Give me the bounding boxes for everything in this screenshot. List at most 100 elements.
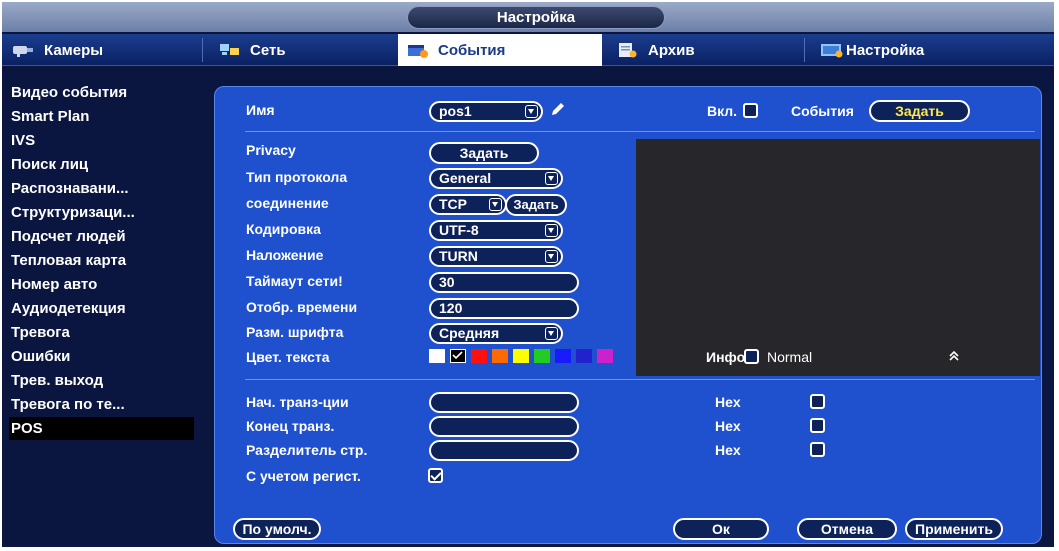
line-separator-label: Разделитель стр. [246, 442, 368, 458]
tab-cameras-label: Камеры [44, 41, 104, 59]
privacy-label: Privacy [246, 142, 296, 158]
sidebar-item-recognition[interactable]: Распознавани... [9, 177, 194, 200]
transaction-end-input[interactable] [429, 416, 579, 437]
color-swatch-red[interactable] [471, 349, 487, 363]
archive-icon [616, 42, 640, 58]
overlay-select[interactable]: TURN [429, 246, 563, 267]
main-tabbar: Камеры Сеть События Архив Настройка [2, 34, 1054, 66]
normal-label: Normal [767, 349, 813, 365]
chevron-down-icon [545, 250, 558, 263]
line-separator-hex-checkbox[interactable] [810, 442, 825, 457]
sidebar-item-license-plate[interactable]: Номер авто [9, 273, 194, 296]
chevron-down-icon [545, 224, 558, 237]
sidebar-item-pos[interactable]: POS [9, 417, 194, 440]
tab-archive[interactable]: Архив [608, 34, 802, 66]
line-separator-input[interactable] [429, 440, 579, 461]
network-timeout-label: Таймаут сети! [246, 273, 343, 289]
color-swatch-dark-blue[interactable] [576, 349, 592, 363]
font-size-value: Средняя [439, 325, 500, 341]
sidebar-item-ivs[interactable]: IVS [9, 129, 194, 152]
sidebar-item-temperature-alarm[interactable]: Тревога по те... [9, 393, 194, 416]
color-swatch-green[interactable] [534, 349, 550, 363]
info-checkbox[interactable] [744, 349, 759, 364]
display-time-label: Отобр. времени [246, 299, 358, 315]
sidebar-item-alarm[interactable]: Тревога [9, 321, 194, 344]
color-swatch-orange[interactable] [492, 349, 508, 363]
tab-cameras[interactable]: Камеры [4, 34, 198, 66]
text-color-label: Цвет. текста [246, 349, 330, 365]
divider [245, 379, 1035, 380]
cancel-button[interactable]: Отмена [797, 518, 897, 540]
sidebar-item-structuring[interactable]: Структуризаци... [9, 201, 194, 224]
transaction-end-hex-checkbox[interactable] [810, 418, 825, 433]
connection-select[interactable]: TCP [429, 194, 507, 215]
chevron-down-icon [545, 172, 558, 185]
enable-checkbox[interactable] [743, 103, 758, 118]
chevron-down-icon [545, 327, 558, 340]
tab-network-label: Сеть [250, 41, 286, 59]
collapse-chevron-icon[interactable] [947, 349, 961, 363]
sidebar-item-people-counting[interactable]: Подсчет людей [9, 225, 194, 248]
encoding-label: Кодировка [246, 221, 321, 237]
video-preview [636, 139, 1040, 376]
sidebar-item-video-events[interactable]: Видео события [9, 81, 194, 104]
divider [245, 131, 1035, 132]
tab-settings[interactable]: Настройка [812, 34, 1012, 66]
pos-settings-panel: Имя pos1 Вкл. События Задать Privacy Зад… [214, 86, 1042, 544]
hex-label: Hex [715, 418, 741, 434]
tab-events-label: События [438, 41, 506, 59]
color-swatch-black[interactable] [450, 349, 466, 363]
display-time-input[interactable]: 120 [429, 298, 579, 319]
tab-network[interactable]: Сеть [210, 34, 396, 66]
default-button[interactable]: По умолч. [233, 518, 321, 540]
case-sensitive-checkbox[interactable] [428, 468, 443, 483]
info-label: Инфо [706, 349, 746, 365]
hex-label: Hex [715, 394, 741, 410]
text-color-palette [429, 349, 669, 363]
color-swatch-white[interactable] [429, 349, 445, 363]
sidebar-item-smart-plan[interactable]: Smart Plan [9, 105, 194, 128]
protocol-select[interactable]: General [429, 168, 563, 189]
events-set-button[interactable]: Задать [869, 100, 970, 122]
color-swatch-blue[interactable] [555, 349, 571, 363]
color-swatch-magenta[interactable] [597, 349, 613, 363]
name-label: Имя [246, 102, 275, 118]
sidebar-item-alarm-output[interactable]: Трев. выход [9, 369, 194, 392]
sidebar-item-audio-detection[interactable]: Аудиодетекция [9, 297, 194, 320]
encoding-select[interactable]: UTF-8 [429, 220, 563, 241]
tab-events[interactable]: События [398, 34, 602, 66]
overlay-label: Наложение [246, 247, 324, 263]
connection-set-button[interactable]: Задать [505, 194, 567, 216]
hex-label: Hex [715, 442, 741, 458]
enable-label: Вкл. [707, 103, 738, 119]
font-size-select[interactable]: Средняя [429, 323, 563, 344]
edit-pencil-icon[interactable] [549, 101, 567, 119]
network-icon [218, 42, 242, 58]
protocol-value: General [439, 170, 492, 186]
name-value: pos1 [439, 103, 472, 119]
name-select[interactable]: pos1 [429, 101, 543, 122]
settings-window: Настройка Камеры Сеть События Архив Наст… [2, 2, 1054, 547]
sidebar-item-errors[interactable]: Ошибки [9, 345, 194, 368]
camera-icon [12, 42, 36, 58]
connection-label: соединение [246, 195, 329, 211]
transaction-start-input[interactable] [429, 392, 579, 413]
protocol-label: Тип протокола [246, 169, 348, 185]
font-size-label: Разм. шрифта [246, 324, 344, 340]
transaction-start-hex-checkbox[interactable] [810, 394, 825, 409]
sidebar-item-heat-map[interactable]: Тепловая карта [9, 249, 194, 272]
network-timeout-input[interactable]: 30 [429, 272, 579, 293]
connection-value: TCP [439, 196, 467, 212]
events-icon [406, 42, 430, 58]
sidebar-item-face-search[interactable]: Поиск лиц [9, 153, 194, 176]
apply-button[interactable]: Применить [905, 518, 1003, 540]
privacy-set-button[interactable]: Задать [429, 142, 539, 164]
color-swatch-yellow[interactable] [513, 349, 529, 363]
ok-button[interactable]: Ок [673, 518, 769, 540]
settings-icon [820, 42, 844, 58]
chevron-down-icon [489, 198, 502, 211]
tab-settings-label: Настройка [846, 41, 925, 59]
title-bar: Настройка [2, 2, 1054, 32]
events-label: События [791, 103, 854, 119]
transaction-end-label: Конец транз. [246, 418, 335, 434]
